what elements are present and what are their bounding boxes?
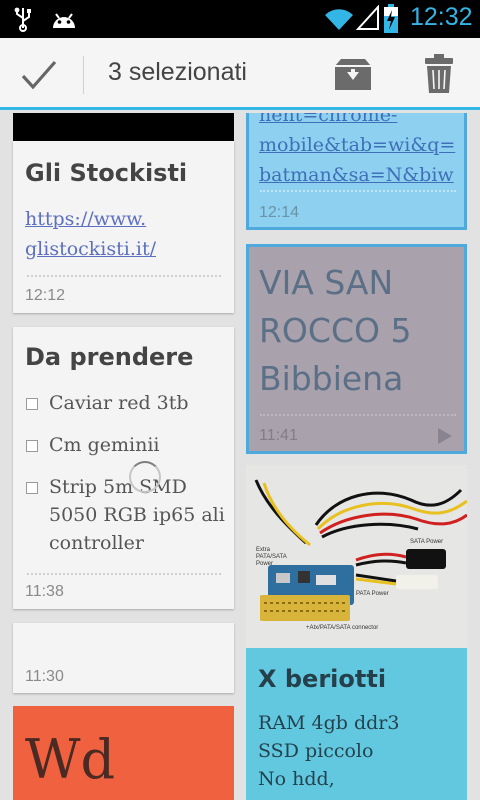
checkbox[interactable] [26, 440, 38, 452]
note-timestamp: 11:41 [259, 427, 298, 444]
note-body: RAM 4gb ddr3 SSD piccolo No hdd, [258, 709, 399, 793]
note-line: VIA SAN [259, 263, 394, 302]
signal-icon [355, 4, 380, 35]
note-timestamp: 11:38 [25, 583, 64, 600]
selection-count-title: 3 selezionati [108, 58, 247, 86]
usb-icon [12, 6, 34, 36]
wifi-icon [324, 4, 354, 36]
note-da-prendere[interactable]: Da prendere Caviar red 3tb Cm geminii St… [13, 327, 234, 609]
archive-icon[interactable] [333, 58, 373, 96]
note-line: ROCCO 5 [259, 311, 412, 350]
checklist-item: Cm geminii [49, 434, 160, 456]
checklist-item-line: 5050 RGB ip65 ali [49, 504, 225, 526]
photo-label: SATA Power [410, 539, 444, 545]
note-title: X beriotti [258, 665, 387, 693]
note-line: Bibbiena [259, 359, 404, 398]
done-checkmark-icon[interactable] [20, 58, 58, 92]
clock: 12:32 [410, 3, 473, 31]
checklist-item-line: controller [49, 532, 144, 554]
dotted-divider [260, 414, 456, 416]
link-line: https://www. [25, 208, 147, 230]
note-blank[interactable]: 11:30 [13, 623, 234, 693]
divider [83, 56, 84, 94]
note-via-san-rocco-selected[interactable]: VIA SAN ROCCO 5 Bibbiena 11:41 [246, 244, 467, 454]
note-body: VIA SAN ROCCO 5 Bibbiena [259, 259, 411, 403]
loading-spinner-icon [129, 461, 161, 493]
status-bar: 12:32 [0, 0, 480, 38]
checkbox[interactable] [26, 398, 38, 410]
note-link[interactable]: nent=chrome- mobile&tab=wi&q= batman&sa=… [259, 113, 455, 190]
dotted-divider [27, 275, 221, 277]
note-url-selected[interactable]: nent=chrome- mobile&tab=wi&q= batman&sa=… [246, 113, 467, 230]
dotted-divider [260, 190, 456, 192]
note-title: Wd [25, 728, 116, 791]
link-line: batman&sa=N&biw [259, 164, 454, 186]
link-line: nent=chrome- [259, 113, 398, 126]
contextual-action-bar: 3 selezionati [0, 38, 480, 110]
photo-label: +Atx/PATA/SATA connector [306, 625, 379, 631]
note-line: SSD piccolo [258, 740, 374, 762]
note-timestamp: 12:12 [25, 287, 66, 304]
note-title: Gli Stockisti [25, 159, 188, 187]
delete-trash-icon[interactable] [423, 54, 455, 98]
play-arrow-icon [437, 427, 453, 449]
checklist-item: Caviar red 3tb [49, 392, 189, 414]
photo-label: PATA Power [356, 591, 389, 597]
note-link[interactable]: https://www. glistockisti.it/ [25, 204, 156, 264]
note-timestamp: 12:14 [259, 204, 300, 221]
photo-label: Power [256, 561, 274, 567]
note-line: RAM 4gb ddr3 [258, 712, 400, 734]
note-wd[interactable]: Wd [13, 706, 234, 800]
note-photo-cables: Extra PATA/SATA Power SATA Power PATA Po… [246, 465, 467, 648]
android-icon [50, 6, 78, 36]
note-x-beriotti[interactable]: Extra PATA/SATA Power SATA Power PATA Po… [246, 465, 467, 800]
note-timestamp: 11:30 [25, 668, 64, 685]
checkbox[interactable] [26, 482, 38, 494]
note-gli-stockisti[interactable]: Gli Stockisti https://www. glistockisti.… [13, 141, 234, 313]
note-title: Da prendere [25, 343, 194, 371]
photo-label: PATA/SATA [256, 554, 287, 560]
note-line: No hdd, [258, 768, 335, 790]
link-line: mobile&tab=wi&q= [259, 134, 456, 156]
note-image-top-strip[interactable] [13, 113, 234, 141]
dotted-divider [27, 573, 221, 575]
battery-charging-icon [383, 4, 399, 38]
photo-label: Extra [256, 547, 271, 553]
link-line: glistockisti.it/ [25, 238, 156, 260]
